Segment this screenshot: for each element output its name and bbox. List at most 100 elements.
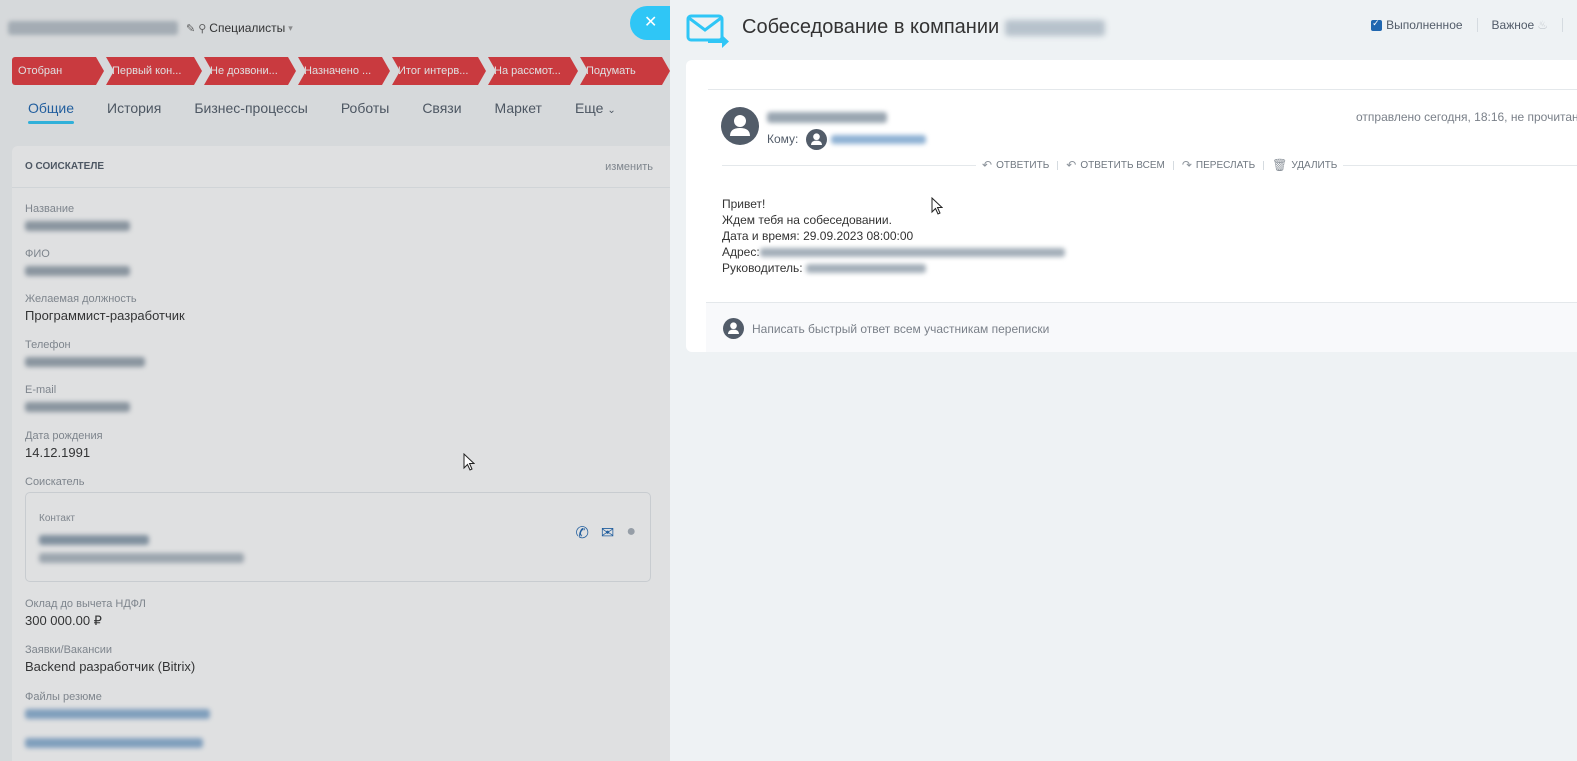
resume-file-link[interactable] bbox=[25, 738, 203, 748]
stage-item[interactable]: Не дозвони... bbox=[204, 57, 296, 85]
manager-label: Руководитель: bbox=[722, 261, 803, 275]
candidate-card: ✎ ⚲ Специалисты ▾ Отобран Первый кон... … bbox=[0, 0, 670, 761]
quick-reply-placeholder[interactable]: Написать быстрый ответ всем участникам п… bbox=[752, 322, 1049, 336]
field-label: Дата рождения bbox=[25, 430, 103, 442]
stage-item[interactable]: На рассмот... bbox=[488, 57, 578, 85]
forward-icon: ↷ bbox=[1181, 158, 1192, 172]
sender-address bbox=[767, 112, 887, 123]
field-value[interactable] bbox=[25, 357, 145, 367]
delete-button[interactable]: 🗑 УДАЛИТЬ bbox=[1272, 158, 1337, 172]
link-icon: ⚲ bbox=[198, 22, 207, 35]
contact-actions: ✆ ✉ ● bbox=[576, 523, 636, 543]
envelope-icon[interactable]: ✉ bbox=[601, 523, 614, 543]
about-candidate-section: О СОИСКАТЕЛЕ изменить Название ФИО Желае… bbox=[12, 146, 670, 761]
divider bbox=[1476, 18, 1478, 32]
completed-checkbox[interactable] bbox=[1371, 18, 1383, 31]
field-position: Желаемая должность Программист-разработч… bbox=[25, 293, 185, 323]
contact-details bbox=[39, 553, 244, 563]
body-line: Дата и время: 29.09.2023 08:00:00 bbox=[722, 229, 914, 243]
reply-all-icon: ↶ bbox=[1066, 158, 1077, 172]
divider bbox=[1172, 160, 1174, 170]
field-value bbox=[25, 266, 130, 276]
close-slider-button[interactable]: ✕ bbox=[630, 6, 674, 40]
chevron-down-icon: ⌄ bbox=[607, 105, 616, 116]
email-actions: ↶ ОТВЕТИТЬ ↶ ОТВЕТИТЬ ВСЕМ ↷ ПЕРЕСЛАТЬ 🗑 УДА… bbox=[976, 158, 1344, 172]
field-email: E-mail bbox=[25, 384, 130, 417]
manager-value bbox=[806, 264, 926, 274]
contact-label: Контакт bbox=[39, 513, 76, 524]
address-label: Адрес: bbox=[722, 245, 760, 259]
divider bbox=[708, 89, 1577, 90]
field-value: 300 000.00 ₽ bbox=[25, 613, 102, 628]
field-fio: ФИО bbox=[25, 248, 130, 281]
field-label: Файлы резюме bbox=[25, 691, 102, 703]
contact-name[interactable] bbox=[39, 535, 149, 545]
stage-item[interactable]: Первый кон... bbox=[106, 57, 202, 85]
tab-links[interactable]: Связи bbox=[422, 100, 461, 122]
field-label: Название bbox=[25, 203, 75, 215]
field-label: E-mail bbox=[25, 384, 57, 396]
address-value bbox=[759, 248, 1065, 258]
tab-market[interactable]: Маркет bbox=[495, 100, 542, 122]
recipient-avatar-icon bbox=[806, 129, 827, 150]
field-value: 14.12.1991 bbox=[25, 445, 91, 460]
flame-icon[interactable]: ♨ bbox=[1537, 18, 1548, 32]
close-icon: ✕ bbox=[644, 14, 658, 31]
stage-item[interactable]: Назначено ... bbox=[298, 57, 390, 85]
stage-item[interactable]: Отобран bbox=[12, 57, 104, 85]
important-toggle[interactable]: Важное bbox=[1492, 18, 1535, 32]
category-link[interactable]: Специалисты bbox=[209, 21, 285, 35]
quick-reply-bar[interactable]: Написать быстрый ответ всем участникам п… bbox=[706, 302, 1577, 352]
user-avatar-icon bbox=[723, 318, 744, 339]
field-resume-files: Файлы резюме bbox=[25, 691, 210, 753]
slider-controls: Выполненное Важное ♨ bbox=[1371, 18, 1577, 32]
body-line: Привет! bbox=[722, 197, 766, 211]
reply-all-button[interactable]: ↶ ОТВЕТИТЬ ВСЕМ bbox=[1066, 158, 1165, 172]
card-tabs: Общие История Бизнес-процессы Роботы Свя… bbox=[28, 100, 649, 124]
divider bbox=[1263, 160, 1265, 170]
stage-item[interactable]: Итог интерв... bbox=[392, 57, 486, 85]
pencil-icon[interactable]: ✎ bbox=[186, 22, 195, 35]
stage-item[interactable]: Подумать bbox=[580, 57, 670, 85]
company-name bbox=[1005, 19, 1106, 36]
phone-icon[interactable]: ✆ bbox=[576, 523, 589, 543]
divider bbox=[1057, 160, 1059, 170]
tab-more[interactable]: Еще ⌄ bbox=[575, 100, 616, 122]
sender-avatar-icon bbox=[721, 107, 759, 145]
field-label: Заявки/Вакансии bbox=[25, 644, 113, 656]
reply-label: ОТВЕТИТЬ bbox=[996, 159, 1050, 171]
recipient-address[interactable] bbox=[831, 135, 926, 144]
card-header: ✎ ⚲ Специалисты ▾ bbox=[8, 18, 293, 38]
tab-business-processes[interactable]: Бизнес-процессы bbox=[194, 100, 307, 122]
field-candidate: Соискатель bbox=[25, 476, 84, 488]
field-label: Желаемая должность bbox=[25, 293, 137, 305]
completed-label: Выполненное bbox=[1386, 18, 1463, 32]
reply-all-label: ОТВЕТИТЬ ВСЕМ bbox=[1080, 159, 1165, 171]
field-name: Название bbox=[25, 203, 130, 236]
reply-button[interactable]: ↶ ОТВЕТИТЬ bbox=[982, 158, 1049, 172]
resume-file-link[interactable] bbox=[25, 709, 210, 719]
slider-title: Собеседование в компании bbox=[742, 16, 1106, 39]
chevron-down-icon[interactable]: ▾ bbox=[288, 23, 293, 34]
email-body: Привет! Ждем тебя на собеседовании. Дата… bbox=[722, 196, 1065, 276]
delete-label: УДАЛИТЬ bbox=[1291, 159, 1338, 171]
forward-button[interactable]: ↷ ПЕРЕСЛАТЬ bbox=[1182, 158, 1255, 172]
mouse-cursor-icon bbox=[931, 197, 943, 215]
field-label: Телефон bbox=[25, 339, 71, 351]
to-label: Кому: bbox=[767, 132, 799, 146]
tab-history[interactable]: История bbox=[107, 100, 161, 122]
stage-bar: Отобран Первый кон... Не дозвони... Назн… bbox=[12, 57, 670, 85]
tab-general[interactable]: Общие bbox=[28, 100, 75, 124]
field-value[interactable] bbox=[25, 402, 130, 412]
field-value: Программист-разработчик bbox=[25, 308, 185, 323]
section-edit-link[interactable]: изменить bbox=[605, 161, 653, 173]
reply-icon: ↶ bbox=[982, 158, 993, 172]
slider-title-text: Собеседование в компании bbox=[742, 16, 1000, 38]
tab-robots[interactable]: Роботы bbox=[341, 100, 389, 122]
field-value[interactable]: Backend разработчик (Bitrix) bbox=[25, 659, 195, 674]
field-label: Оклад до вычета НДФЛ bbox=[25, 598, 146, 610]
trash-icon: 🗑 bbox=[1272, 158, 1288, 172]
sent-status: отправлено сегодня, 18:16, не прочитано bbox=[1356, 110, 1577, 124]
field-vacancy: Заявки/Вакансии Backend разработчик (Bit… bbox=[25, 644, 195, 674]
chat-icon[interactable]: ● bbox=[626, 523, 636, 543]
